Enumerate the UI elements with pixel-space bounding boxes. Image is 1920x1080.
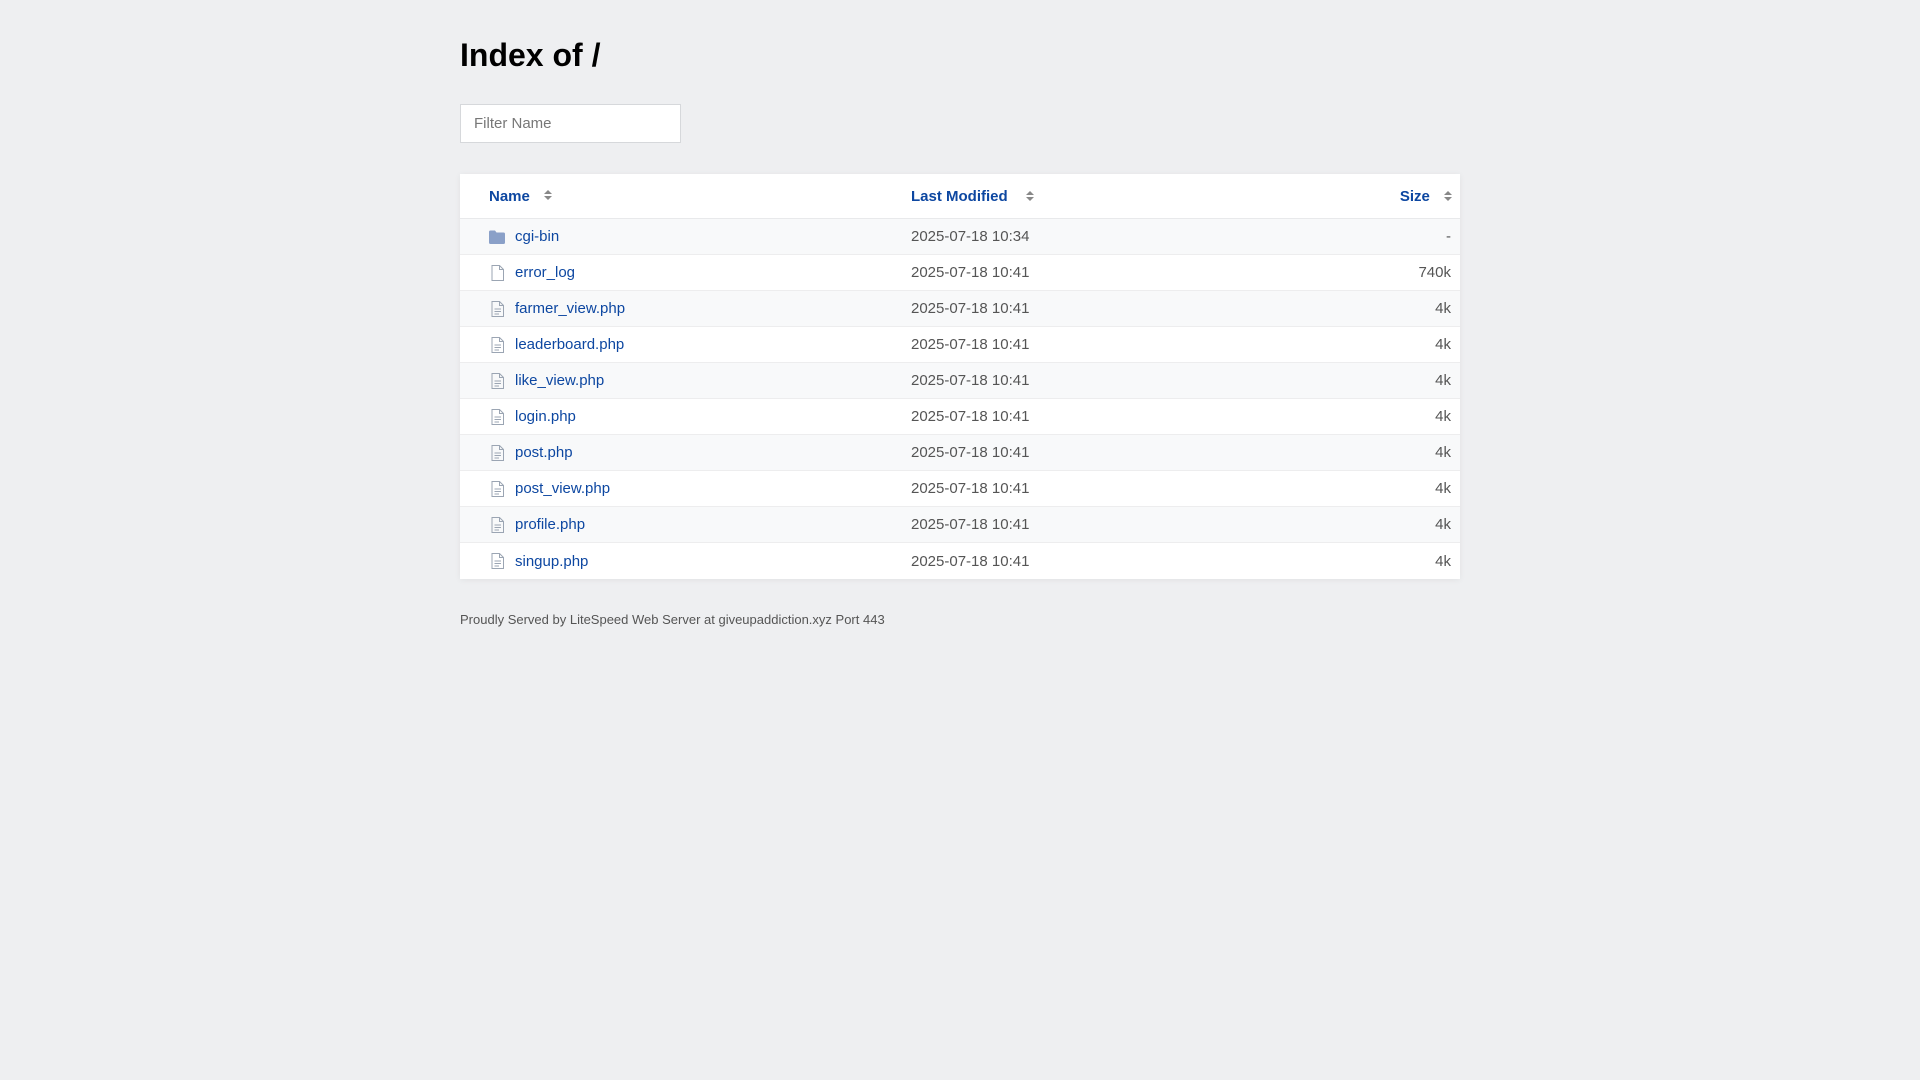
row-modified: 2025-07-18 10:34 [911, 228, 1030, 245]
table-row: cgi-bin 2025-07-18 10:34 - [460, 219, 1460, 255]
file-link[interactable]: like_view.php [515, 372, 604, 389]
file-link[interactable]: farmer_view.php [515, 300, 625, 317]
row-name-cell: post_view.php [460, 480, 911, 497]
row-size: 4k [1435, 480, 1451, 497]
file-icon [489, 264, 505, 281]
sort-by-name-link[interactable]: Name [489, 188, 530, 205]
file-link[interactable]: post_view.php [515, 480, 610, 497]
file-text-icon [489, 372, 505, 389]
page: Index of / Name Last Modified Size cgi-b… [460, 0, 1460, 627]
server-footer: Proudly Served by LiteSpeed Web Server a… [460, 612, 885, 627]
table-row: leaderboard.php 2025-07-18 10:41 4k [460, 327, 1460, 363]
row-modified: 2025-07-18 10:41 [911, 444, 1030, 461]
row-modified: 2025-07-18 10:41 [911, 264, 1030, 281]
table-body: cgi-bin 2025-07-18 10:34 - error_log 2025-07… [460, 219, 1460, 579]
table-header: Name Last Modified Size [460, 174, 1460, 219]
row-size: 4k [1435, 552, 1451, 570]
file-text-icon [489, 408, 505, 425]
row-size: 740k [1418, 264, 1451, 281]
file-text-icon [489, 553, 505, 569]
file-link[interactable]: error_log [515, 264, 575, 281]
row-size: 4k [1435, 408, 1451, 425]
page-title: Index of / [460, 37, 601, 73]
row-name-cell: login.php [460, 408, 911, 425]
modified-column-header: Last Modified [911, 188, 1361, 205]
row-name-cell: profile.php [460, 516, 911, 533]
row-size: - [1446, 228, 1451, 245]
row-name-cell: leaderboard.php [460, 336, 911, 353]
file-text-icon [489, 444, 505, 461]
table-row: profile.php 2025-07-18 10:41 4k [460, 507, 1460, 543]
sort-by-modified-link[interactable]: Last Modified [911, 188, 1008, 205]
row-modified: 2025-07-18 10:41 [911, 516, 1030, 533]
row-modified: 2025-07-18 10:41 [911, 408, 1030, 425]
sort-by-size-link[interactable]: Size [1400, 188, 1430, 205]
row-name-cell: error_log [460, 264, 911, 281]
row-size: 4k [1435, 444, 1451, 461]
table-row: post.php 2025-07-18 10:41 4k [460, 435, 1460, 471]
file-link[interactable]: profile.php [515, 516, 585, 533]
file-text-icon [489, 336, 505, 353]
folder-icon [489, 229, 505, 245]
row-modified: 2025-07-18 10:41 [911, 552, 1030, 570]
sort-icon[interactable] [1025, 190, 1034, 201]
name-column-header: Name [460, 188, 911, 205]
table-row: error_log 2025-07-18 10:41 740k [460, 255, 1460, 291]
table-row: like_view.php 2025-07-18 10:41 4k [460, 363, 1460, 399]
sort-icon[interactable] [1444, 190, 1452, 201]
filter-input[interactable] [460, 104, 681, 143]
file-text-icon [489, 516, 505, 533]
file-text-icon [489, 480, 505, 497]
file-link[interactable]: login.php [515, 408, 576, 425]
file-link[interactable]: post.php [515, 444, 573, 461]
row-size: 4k [1435, 300, 1451, 317]
row-name-cell: cgi-bin [460, 228, 911, 245]
row-modified: 2025-07-18 10:41 [911, 372, 1030, 389]
table-row: login.php 2025-07-18 10:41 4k [460, 399, 1460, 435]
size-column-header: Size [1361, 188, 1460, 205]
row-name-cell: post.php [460, 444, 911, 461]
row-name-cell: farmer_view.php [460, 300, 911, 317]
row-size: 4k [1435, 336, 1451, 353]
table-row: singup.php 2025-07-18 10:41 4k [460, 543, 1460, 579]
sort-icon[interactable] [543, 190, 552, 200]
file-text-icon [489, 300, 505, 317]
table-row: farmer_view.php 2025-07-18 10:41 4k [460, 291, 1460, 327]
file-link[interactable]: singup.php [515, 553, 588, 570]
row-name-cell: singup.php [460, 553, 911, 570]
row-size: 4k [1435, 516, 1451, 533]
row-modified: 2025-07-18 10:41 [911, 336, 1030, 353]
row-modified: 2025-07-18 10:41 [911, 480, 1030, 497]
file-table: Name Last Modified Size cgi-bin 2025-07-1… [460, 174, 1460, 579]
row-name-cell: like_view.php [460, 372, 911, 389]
file-link[interactable]: cgi-bin [515, 228, 559, 245]
file-link[interactable]: leaderboard.php [515, 336, 624, 353]
table-row: post_view.php 2025-07-18 10:41 4k [460, 471, 1460, 507]
row-modified: 2025-07-18 10:41 [911, 300, 1030, 317]
row-size: 4k [1435, 372, 1451, 389]
